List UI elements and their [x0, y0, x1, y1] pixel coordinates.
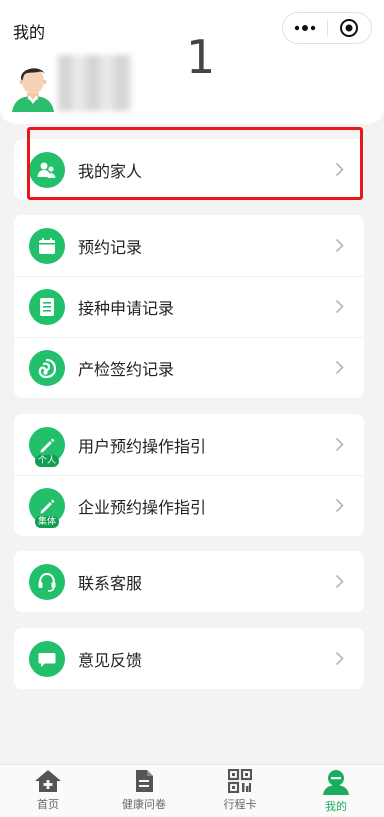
target-close-icon[interactable] [327, 13, 371, 43]
chevron-right-icon [335, 299, 344, 314]
chevron-right-icon [335, 437, 344, 452]
profile-icon [323, 770, 349, 795]
personal-badge: 个人 [34, 454, 60, 467]
records-card: 预约记录 接种申请记录 产检签约记录 [14, 215, 364, 398]
chevron-right-icon [335, 498, 344, 513]
tab-questionnaire[interactable]: 健康问卷 [96, 765, 192, 817]
chevron-right-icon [335, 360, 344, 375]
chevron-right-icon [335, 574, 344, 589]
menu-item-personal-guide[interactable]: 个人 用户预约操作指引 [14, 414, 364, 475]
menu-item-vaccination-records[interactable]: 接种申请记录 [14, 276, 364, 337]
tab-label-itinerary: 行程卡 [223, 798, 257, 811]
menu-label-family: 我的家人 [78, 161, 143, 181]
menu-item-feedback[interactable]: 意见反馈 [14, 628, 364, 689]
menu-item-customer-service[interactable]: 联系客服 [14, 551, 364, 612]
annotation-number: 1 [186, 30, 216, 84]
tab-label-questionnaire: 健康问卷 [122, 798, 166, 811]
baby-icon [29, 349, 65, 386]
profile-header: 我的 1 [0, 0, 384, 124]
menu-label-appointment-records: 预约记录 [78, 237, 143, 257]
menu-label-feedback: 意见反馈 [78, 650, 143, 670]
pen-icon: 集体 [29, 487, 65, 528]
more-dots-icon[interactable] [283, 13, 327, 43]
feedback-card: 意见反馈 [14, 628, 364, 689]
questionnaire-icon [136, 770, 153, 792]
guides-card: 个人 用户预约操作指引 集体 企业预约操作指引 [14, 414, 364, 536]
tab-profile[interactable]: 我的 [288, 765, 384, 817]
tab-home[interactable]: 首页 [0, 765, 96, 817]
document-icon [29, 288, 65, 325]
tab-label-profile: 我的 [325, 800, 347, 813]
family-icon [29, 151, 65, 188]
avatar[interactable] [8, 60, 58, 112]
service-card: 联系客服 [14, 551, 364, 612]
qrcode-icon [228, 769, 252, 793]
page-title: 我的 [13, 23, 46, 42]
menu-label-prenatal-records: 产检签约记录 [78, 359, 175, 379]
tab-label-home: 首页 [37, 798, 59, 811]
menu-label-personal-guide: 用户预约操作指引 [78, 436, 207, 456]
chat-bubble-icon [29, 640, 65, 677]
menu-label-company-guide: 企业预约操作指引 [78, 497, 207, 517]
group-badge: 集体 [34, 515, 60, 528]
miniprogram-capsule [282, 12, 372, 44]
menu-item-appointment-records[interactable]: 预约记录 [14, 215, 364, 276]
menu-label-customer-service: 联系客服 [78, 573, 143, 593]
menu-item-prenatal-records[interactable]: 产检签约记录 [14, 337, 364, 398]
calendar-icon [29, 227, 65, 264]
chevron-right-icon [335, 651, 344, 666]
bottom-tab-bar: 首页 健康问卷 行程卡 我的 [0, 764, 384, 817]
menu-item-company-guide[interactable]: 集体 企业预约操作指引 [14, 475, 364, 536]
menu-label-vaccination-records: 接种申请记录 [78, 298, 175, 318]
pen-icon: 个人 [29, 426, 65, 467]
home-icon [35, 770, 61, 792]
tab-itinerary[interactable]: 行程卡 [192, 765, 288, 817]
chevron-right-icon [335, 162, 344, 177]
menu-item-family[interactable]: 我的家人 [14, 139, 364, 200]
chevron-right-icon [335, 238, 344, 253]
headset-icon [29, 563, 65, 600]
family-card: 我的家人 [14, 139, 364, 200]
user-name-blurred [58, 55, 132, 111]
